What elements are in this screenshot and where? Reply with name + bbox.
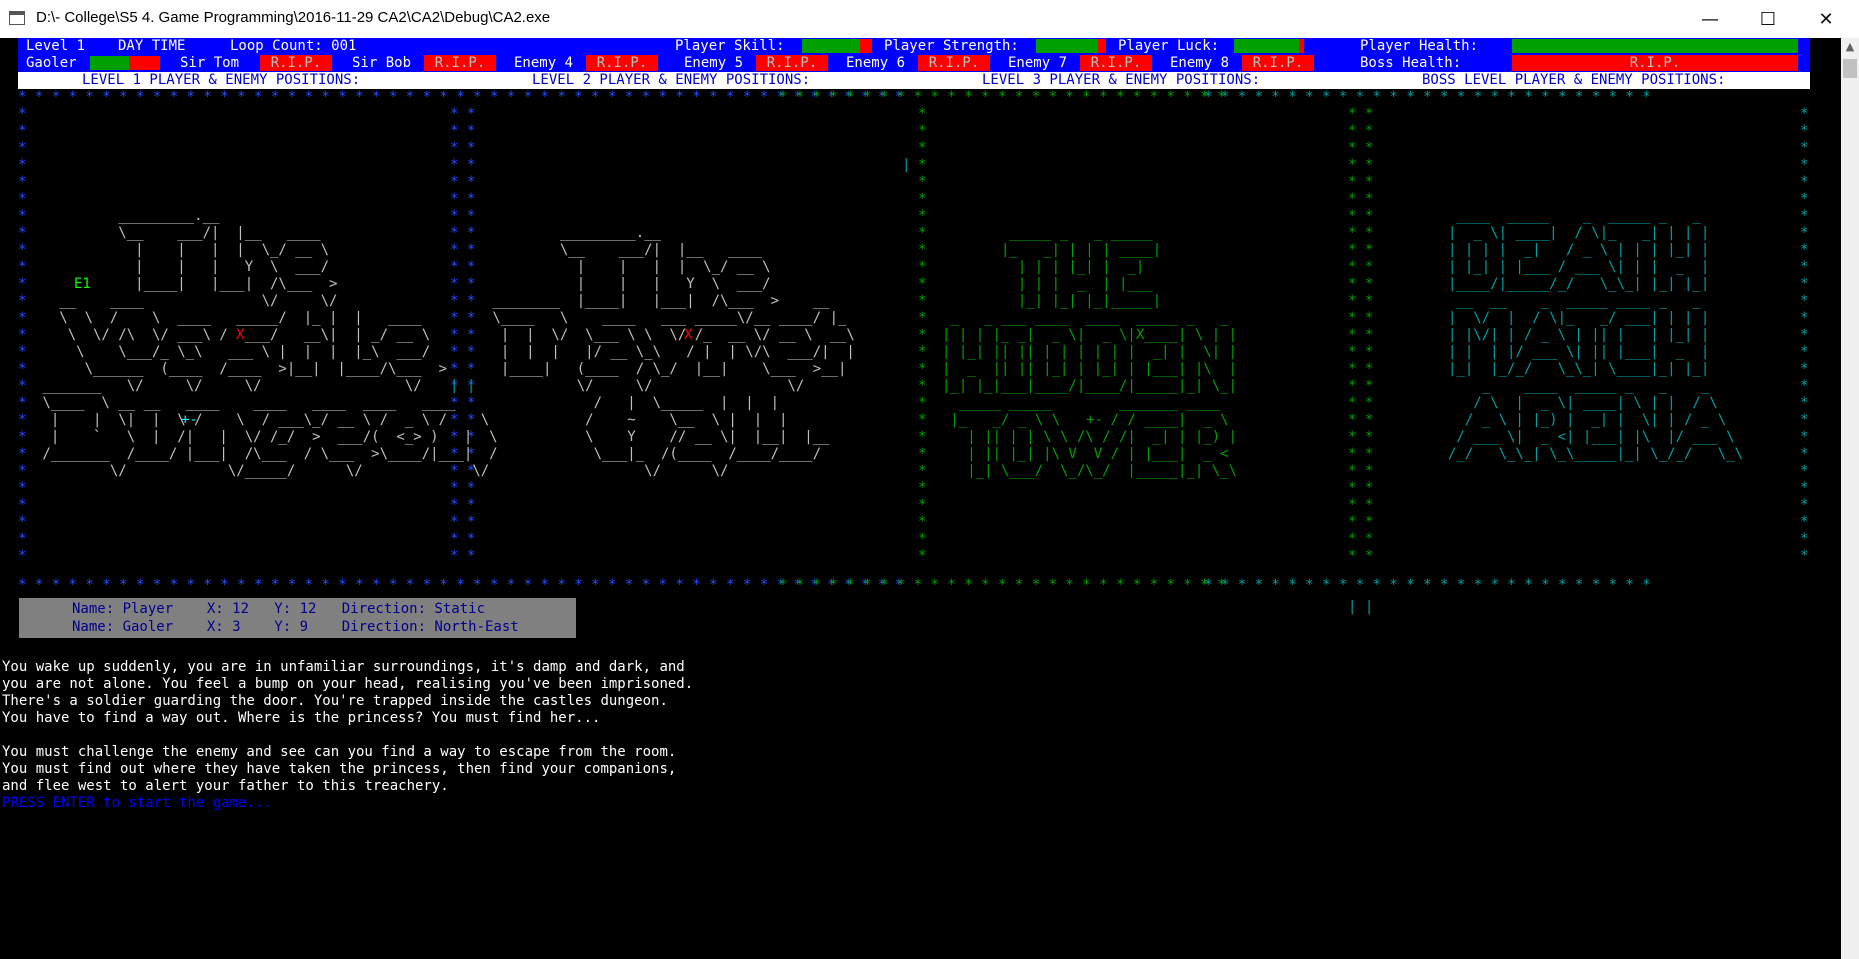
gaoler-health-fill (90, 56, 129, 70)
enemy6-label: Enemy 6 (846, 55, 906, 71)
player-luck-bar (1234, 39, 1304, 53)
dungeon-exit-marker: X (236, 327, 245, 343)
status-bar: Level 1 DAY TIME Loop Count: 001 Player … (18, 38, 1810, 72)
boss-health-status: R.I.P. (1512, 55, 1798, 71)
scroll-thumb[interactable] (1843, 59, 1857, 78)
level3-header: LEVEL 3 PLAYER & ENEMY POSITIONS: (982, 72, 1261, 88)
arena-border-right: * * * * * * * * * * * * * * * * * * * * … (1800, 106, 1809, 564)
minimize-icon: — (1701, 8, 1719, 30)
enemy4-label: Enemy 4 (514, 55, 574, 71)
story-line-5: You must challenge the enemy and see can… (2, 744, 677, 760)
vertical-scrollbar[interactable]: ▲ (1841, 38, 1859, 959)
player-skill-bar (802, 39, 872, 53)
enemy8-label: Enemy 8 (1170, 55, 1230, 71)
story-line-6: You must find out where they have taken … (2, 761, 677, 777)
level-maps: * * * * * * * * * * * * * * * * * * * * … (18, 89, 1810, 629)
close-icon: ✕ (1818, 8, 1834, 30)
window-titlebar: D:\- College\S5 4. Game Programming\2016… (0, 0, 1859, 39)
story-line-2: you are not alone. You feel a bump on yo… (2, 676, 694, 692)
minimize-button[interactable]: — (1687, 0, 1733, 38)
enemy7-status: R.I.P. (1080, 55, 1152, 71)
sir-tom-status: R.I.P. (260, 55, 332, 71)
dungeon-player-marker: +- (181, 412, 198, 428)
app-icon (9, 11, 25, 25)
player-position-info: Name: Player X: 12 Y: 12 Direction: Stat… (72, 601, 486, 617)
sir-bob-label: Sir Bob (352, 55, 412, 71)
enemy5-label: Enemy 5 (684, 55, 744, 71)
gaoler-position-info: Name: Gaoler X: 3 Y: 9 Direction: North-… (72, 619, 519, 635)
console-area: Level 1 DAY TIME Loop Count: 001 Player … (0, 38, 1841, 959)
loop-count: Loop Count: 001 (230, 38, 357, 54)
player-strength-fill (1036, 39, 1098, 53)
tower-player-marker: +- (1086, 412, 1103, 428)
window-title: D:\- College\S5 4. Game Programming\2016… (36, 9, 551, 26)
level2-header: LEVEL 2 PLAYER & ENEMY POSITIONS: (532, 72, 811, 88)
close-button[interactable]: ✕ (1803, 0, 1849, 38)
enemy6-status: R.I.P. (918, 55, 990, 71)
gaoler-label: Gaoler (26, 55, 77, 71)
gaoler-health-bar (90, 56, 160, 70)
player-skill-label: Player Skill: (675, 38, 785, 54)
level-indicator: Level 1 (26, 38, 86, 54)
tower-border-bottom: * * * * * * * * * * * * * * * * * * * * … (762, 577, 1226, 593)
player-health-label: Player Health: (1360, 38, 1479, 54)
level-headers: LEVEL 1 PLAYER & ENEMY POSITIONS: LEVEL … (18, 72, 1810, 89)
player-health-bar (1512, 39, 1798, 53)
tavern-door-marker: | (902, 157, 911, 173)
story-line-3: There's a soldier guarding the door. You… (2, 693, 668, 709)
maximize-icon: ☐ (1759, 8, 1777, 30)
maximize-button[interactable]: ☐ (1745, 0, 1791, 38)
arena-border-top: * * * * * * * * * * * * * * * * * * * * … (1204, 89, 1651, 105)
sir-bob-status: R.I.P. (424, 55, 496, 71)
scroll-up-icon[interactable]: ▲ (1841, 38, 1859, 56)
player-luck-fill (1234, 39, 1300, 53)
sir-tom-label: Sir Tom (180, 55, 240, 71)
player-luck-label: Player Luck: (1118, 38, 1220, 54)
enemy5-status: R.I.P. (756, 55, 828, 71)
arena-border-bottom: * * * * * * * * * * * * * * * * * * * * … (1204, 577, 1651, 593)
tower-border-left: * * * * * * * * * * * * * * * * * * * * … (918, 106, 927, 564)
boss-level-header: BOSS LEVEL PLAYER & ENEMY POSITIONS: (1422, 72, 1726, 88)
dungeon-border-left: * * * * * * * * * * * * * * * * * * * * … (18, 106, 27, 564)
arena-ascii-art: ____ _____ _ _____ _ _ | _ \| ____| / \|… (1448, 208, 1744, 462)
tavern-exit-marker: X (684, 327, 693, 343)
tower-border-right: * * * * * * * * * * * * * * * * * * * * … (1348, 106, 1374, 564)
player-strength-label: Player Strength: (884, 38, 1019, 54)
tower-ascii-art: _____ _ _ _____ |_ _| | | | ____| | | | … (942, 225, 1238, 479)
position-info-box: Name: Player X: 12 Y: 12 Direction: Stat… (19, 598, 576, 638)
enemy4-status: R.I.P. (586, 55, 658, 71)
enemy8-status: R.I.P. (1242, 55, 1314, 71)
dungeon-ascii-art: _________.__ \__ ___/| |__ ____ | | | | … (42, 208, 498, 479)
story-line-7: and flee west to alert your father to th… (2, 778, 449, 794)
story-line-4: You have to find a way out. Where is the… (2, 710, 601, 726)
level1-header: LEVEL 1 PLAYER & ENEMY POSITIONS: (82, 72, 361, 88)
tavern-ascii-art: _________.__ \__ ___/| |__ ____ | | | | … (492, 225, 855, 479)
story-line-1: You wake up suddenly, you are in unfamil… (2, 659, 685, 675)
start-prompt[interactable]: PRESS ENTER to start the game... (2, 795, 272, 812)
boss-health-label: Boss Health: (1360, 55, 1462, 71)
tower-door-marker: | | (1348, 599, 1374, 615)
player-skill-fill (802, 39, 861, 53)
tower-border-top: * * * * * * * * * * * * * * * * * * * * … (762, 89, 1226, 105)
time-indicator: DAY TIME (118, 38, 186, 54)
player-health-fill (1512, 39, 1798, 53)
tower-exit-marker: X (1136, 327, 1145, 343)
enemy7-label: Enemy 7 (1008, 55, 1068, 71)
enemy-e1-marker: E1 (74, 276, 91, 292)
player-strength-bar (1036, 39, 1106, 53)
